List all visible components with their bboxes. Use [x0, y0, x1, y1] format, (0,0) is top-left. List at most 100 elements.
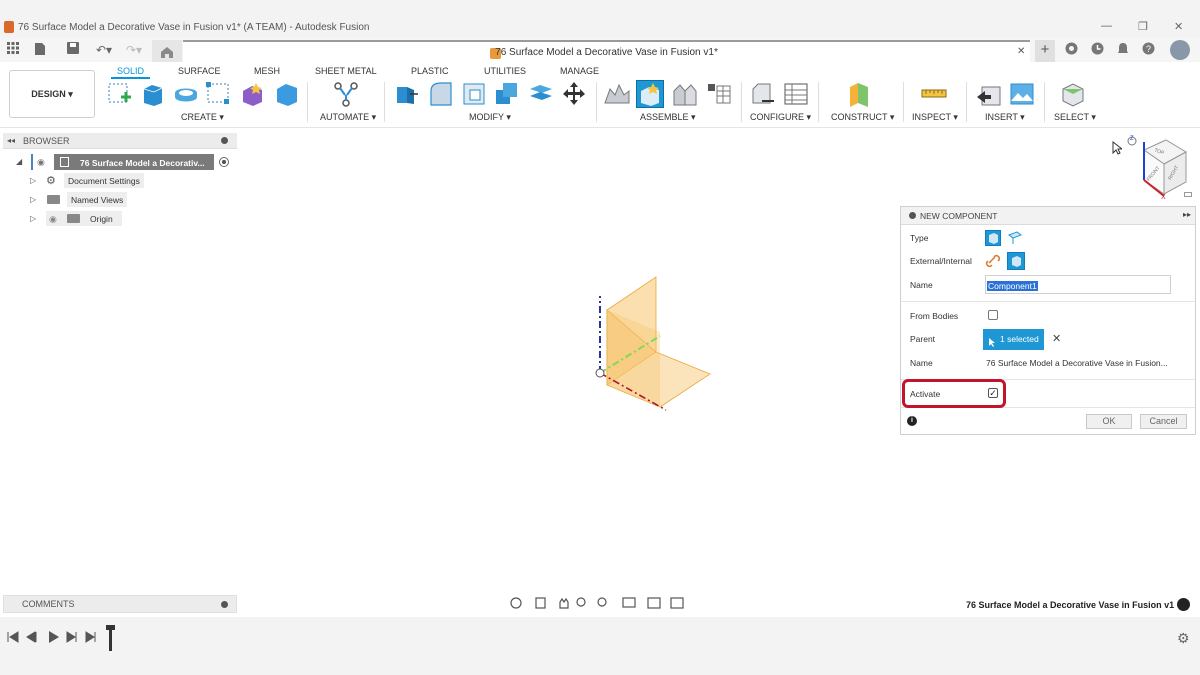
grid-icon[interactable] [647, 597, 661, 609]
assemble-group-label[interactable]: ASSEMBLE ▾ [640, 112, 696, 123]
automate-icon[interactable] [333, 81, 359, 107]
browser-item-named-views[interactable]: ▷ Named Views [30, 192, 230, 208]
insert-canvas-icon[interactable] [1009, 81, 1035, 107]
play-icon[interactable] [49, 631, 59, 643]
comments-pin-icon[interactable] [221, 601, 228, 608]
shell-icon[interactable] [461, 81, 487, 107]
tab-mesh[interactable]: MESH [254, 66, 280, 76]
box-icon[interactable] [274, 81, 300, 107]
select-group-label[interactable]: SELECT ▾ [1054, 112, 1096, 123]
help-icon[interactable]: ? [1141, 42, 1155, 58]
go-to-end-icon[interactable] [85, 631, 96, 643]
bill-of-materials-icon[interactable] [706, 81, 732, 107]
automate-group-label[interactable]: AUTOMATE ▾ [320, 112, 376, 123]
go-to-start-icon[interactable] [7, 631, 19, 643]
minimize-button[interactable]: — [1101, 20, 1112, 32]
joint-icon[interactable] [672, 81, 698, 107]
extensions-icon[interactable] [1064, 42, 1078, 58]
undo-icon[interactable]: ↶▾ [92, 42, 116, 58]
move-copy-icon[interactable] [561, 81, 587, 107]
timeline-marker-head[interactable] [106, 625, 115, 630]
type-standard-icon[interactable] [985, 230, 1001, 246]
press-pull-icon[interactable] [394, 81, 420, 107]
cancel-button[interactable]: Cancel [1140, 414, 1187, 429]
browser-item-origin[interactable]: ▷ ◉ Origin [30, 211, 230, 227]
workspace-switcher[interactable]: DESIGN ▾ [9, 70, 95, 118]
extrude-icon[interactable] [140, 81, 166, 107]
browser-item-document-settings[interactable]: ▷ ⚙ Document Settings [30, 173, 230, 189]
offset-plane-icon[interactable] [848, 81, 874, 107]
notification-bell-icon[interactable] [1116, 42, 1130, 58]
construct-group-label[interactable]: CONSTRUCT ▾ [831, 112, 894, 123]
fillet-icon[interactable] [428, 81, 454, 107]
root-component-label[interactable]: 76 Surface Model a Decorativ... [54, 154, 214, 170]
create-group-label[interactable]: CREATE ▾ [181, 112, 224, 123]
zoom-window-icon[interactable] [597, 597, 607, 607]
inspect-group-label[interactable]: INSPECT ▾ [912, 112, 958, 123]
browser-root-row[interactable]: ◢ ◉ 76 Surface Model a Decorativ... [16, 154, 236, 170]
type-sheet-metal-icon[interactable] [1007, 230, 1023, 246]
origin-point[interactable] [595, 368, 605, 378]
configure-group-label[interactable]: CONFIGURE ▾ [750, 112, 811, 123]
revolve-icon[interactable] [173, 81, 199, 107]
expand-dialog-icon[interactable]: ▸▸ [1183, 210, 1191, 219]
collapse-browser-icon[interactable]: ◂◂ [7, 136, 15, 145]
expand-caret-icon[interactable]: ▷ [30, 195, 36, 204]
close-tab-icon[interactable]: ✕ [1017, 46, 1025, 57]
new-component-active-icon[interactable] [636, 80, 664, 108]
home-button[interactable] [152, 40, 182, 62]
insert-group-label[interactable]: INSERT ▾ [985, 112, 1025, 123]
pin-icon[interactable] [221, 137, 228, 144]
job-status-icon[interactable] [1090, 42, 1104, 58]
dialog-pin-icon[interactable] [909, 212, 916, 219]
component-name-input[interactable]: Component1 [985, 275, 1171, 294]
insert-derive-icon[interactable] [976, 81, 1002, 107]
internal-component-icon[interactable] [1007, 252, 1025, 270]
eye-icon[interactable]: ◉ [49, 214, 57, 225]
tab-sheet-metal[interactable]: SHEET METAL [315, 66, 377, 76]
file-icon[interactable] [32, 42, 48, 58]
look-at-icon[interactable] [535, 597, 546, 609]
browser-panel-header[interactable]: ◂◂ BROWSER [3, 133, 237, 149]
ok-button[interactable]: OK [1086, 414, 1132, 429]
app-grid-icon[interactable] [6, 42, 20, 58]
pan-hand-icon[interactable] [559, 597, 569, 609]
expand-caret-icon[interactable]: ▷ [30, 176, 36, 185]
tab-manage[interactable]: MANAGE [560, 66, 599, 76]
view-cube-menu-icon[interactable] [1184, 192, 1192, 197]
step-forward-icon[interactable] [66, 631, 77, 643]
modify-group-label[interactable]: MODIFY ▾ [469, 112, 511, 123]
measure-icon[interactable] [921, 81, 947, 107]
loft-icon[interactable] [240, 81, 266, 107]
timeline-settings-gear-icon[interactable]: ⚙ [1177, 630, 1190, 647]
offset-face-icon[interactable] [528, 81, 554, 107]
step-back-icon[interactable] [26, 631, 37, 643]
user-avatar[interactable] [1170, 40, 1190, 60]
select-icon[interactable] [1060, 81, 1086, 107]
comments-panel[interactable]: COMMENTS [3, 595, 237, 613]
expand-caret-icon[interactable]: ▷ [30, 214, 36, 223]
tab-surface[interactable]: SURFACE [178, 66, 221, 76]
external-link-icon[interactable] [985, 253, 1001, 269]
dialog-header[interactable]: NEW COMPONENT ▸▸ [901, 207, 1195, 225]
display-settings-icon[interactable] [622, 597, 636, 608]
zoom-icon[interactable] [576, 597, 586, 607]
expand-caret-icon[interactable]: ◢ [16, 157, 22, 166]
sweep-icon[interactable] [206, 81, 232, 107]
clear-selection-icon[interactable]: ✕ [1052, 332, 1061, 345]
close-window-button[interactable]: ✕ [1174, 20, 1183, 33]
save-icon[interactable] [66, 42, 80, 58]
view-cube[interactable]: TOP FRONT RIGHT X Z [1126, 132, 1196, 204]
activate-radio-icon[interactable] [219, 157, 229, 167]
redo-icon[interactable]: ↷▾ [122, 42, 146, 58]
new-component-icon[interactable] [604, 81, 630, 107]
document-tab[interactable]: 76 Surface Model a Decorative Vase in Fu… [183, 40, 1030, 62]
configure-icon[interactable] [750, 81, 776, 107]
orbit-icon[interactable] [510, 597, 522, 609]
tab-plastic[interactable]: PLASTIC [411, 66, 449, 76]
from-bodies-checkbox[interactable] [988, 310, 998, 320]
create-sketch-icon[interactable] [107, 81, 133, 107]
eye-icon[interactable]: ◉ [37, 157, 45, 168]
tab-solid[interactable]: SOLID [110, 66, 151, 79]
info-icon[interactable]: i [907, 416, 917, 426]
